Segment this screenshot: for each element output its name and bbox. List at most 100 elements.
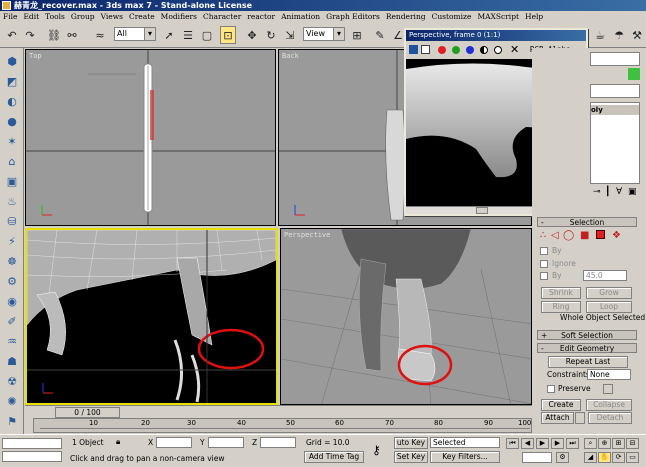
zoom-extents-icon[interactable]: ⊞ <box>612 438 625 449</box>
sphere-icon[interactable]: ● <box>4 114 20 130</box>
angle-spinner[interactable]: 45.0 <box>583 270 627 281</box>
mono-icon[interactable] <box>494 46 502 54</box>
lock-icon[interactable]: 🔒︎ <box>116 437 120 447</box>
x-coordinate-field[interactable] <box>156 437 192 448</box>
object-name-field[interactable] <box>590 52 640 66</box>
menu-animation[interactable]: Animation <box>278 11 323 23</box>
grow-button[interactable]: Grow <box>586 287 632 299</box>
rotate-icon[interactable]: ↻ <box>263 26 279 44</box>
select-link-icon[interactable]: ⛓ <box>46 26 62 44</box>
go-to-end-icon[interactable]: ⏭ <box>566 438 579 449</box>
green-channel-icon[interactable] <box>452 46 460 54</box>
edit-geometry-rollout-header[interactable]: Edit Geometry <box>537 343 637 353</box>
hammer-icon[interactable]: ⚒ <box>629 26 645 44</box>
element-icon[interactable] <box>596 230 605 239</box>
undo-icon[interactable]: ↶ <box>4 26 20 44</box>
render-scene-icon[interactable]: ☕ <box>592 26 608 44</box>
modifier-stack[interactable]: oly <box>590 102 640 184</box>
collapse-button[interactable]: Collapse <box>586 399 632 411</box>
play-icon[interactable]: ▶ <box>536 438 549 449</box>
close-icon[interactable]: ✕ <box>510 43 519 56</box>
alpha-channel-icon[interactable] <box>480 46 488 54</box>
select-by-name-icon[interactable]: ☰ <box>180 26 196 44</box>
configure-sets-icon[interactable]: ▣ <box>628 187 637 197</box>
scale-icon[interactable]: ⇲ <box>282 26 298 44</box>
star-icon[interactable]: ✶ <box>4 134 20 150</box>
reactor-icon[interactable]: ☢ <box>4 374 20 390</box>
pivot-icon[interactable]: ⊞ <box>349 26 365 44</box>
attach-button[interactable]: Attach <box>541 412 574 424</box>
shapes-icon[interactable]: ◩ <box>4 74 20 90</box>
key-selection-dropdown[interactable]: Selected <box>430 437 500 448</box>
spacewarp-icon[interactable]: ⚡ <box>4 234 20 250</box>
make-unique-icon[interactable]: ∀ <box>616 187 622 197</box>
menu-customize[interactable]: Customize <box>429 11 475 23</box>
clone-icon[interactable] <box>421 45 430 54</box>
menu-create[interactable]: Create <box>126 11 158 23</box>
bind-space-warp-icon[interactable]: ≈ <box>92 26 108 44</box>
helpers-icon[interactable]: ⌂ <box>4 154 20 170</box>
zoom-icon[interactable]: ⌕ <box>584 438 597 449</box>
reference-coord-dropdown[interactable]: View <box>303 27 345 41</box>
gear-icon[interactable]: ⚙ <box>4 274 20 290</box>
repeat-last-button[interactable]: Repeat Last <box>548 356 628 368</box>
arc-rotate-icon[interactable]: ⟳ <box>612 452 625 463</box>
box-icon[interactable]: ▣ <box>4 174 20 190</box>
z-coordinate-field[interactable] <box>260 437 296 448</box>
y-coordinate-field[interactable] <box>208 437 244 448</box>
create-geometry-icon[interactable]: ⬢ <box>4 54 20 70</box>
blue-channel-icon[interactable] <box>466 46 474 54</box>
menu-edit[interactable]: Edit <box>20 11 42 23</box>
menu-tools[interactable]: Tools <box>42 11 68 23</box>
detach-button[interactable]: Detach <box>588 412 632 424</box>
attach-list-icon[interactable] <box>575 412 585 424</box>
move-icon[interactable]: ✥ <box>244 26 260 44</box>
previous-frame-icon[interactable]: ◀ <box>521 438 534 449</box>
go-to-start-icon[interactable]: ⏮ <box>506 438 519 449</box>
maximize-viewport-icon[interactable]: ▭ <box>626 452 639 463</box>
preserve-uvs-checkbox[interactable] <box>547 385 555 393</box>
paint-icon[interactable]: ✐ <box>4 314 20 330</box>
pin-stack-icon[interactable]: ⊸ <box>593 187 601 197</box>
current-frame-field[interactable] <box>522 452 552 463</box>
edge-icon[interactable]: ◁ <box>551 230 559 241</box>
menu-maxscript[interactable]: MAXScript <box>474 11 522 23</box>
ignore-backfacing-checkbox[interactable] <box>540 260 548 268</box>
redo-icon[interactable]: ↷ <box>22 26 38 44</box>
menu-help[interactable]: Help <box>522 11 546 23</box>
cloth-icon[interactable]: ♒ <box>4 334 20 350</box>
menu-reactor[interactable]: reactor <box>244 11 278 23</box>
menu-rendering[interactable]: Rendering <box>383 11 429 23</box>
set-key-button[interactable]: Set Key <box>394 451 428 463</box>
menu-modifiers[interactable]: Modifiers <box>158 11 200 23</box>
vertex-icon[interactable]: ∴ <box>540 230 546 241</box>
systems-icon[interactable]: ☸ <box>4 254 20 270</box>
show-end-result-icon[interactable]: ┃ <box>605 187 610 197</box>
polygon-icon[interactable]: ■ <box>580 230 589 241</box>
next-frame-icon[interactable]: ▶ <box>551 438 564 449</box>
viewport-top[interactable]: Top <box>25 49 276 226</box>
unlink-icon[interactable]: ⚯ <box>64 26 80 44</box>
window-crossing-icon[interactable]: ⊡ <box>220 26 236 44</box>
menu-file[interactable]: File <box>0 11 20 23</box>
hscroll-thumb[interactable] <box>476 207 488 214</box>
selection-filter-dropdown[interactable]: All <box>114 27 156 41</box>
object-color-swatch[interactable] <box>628 68 640 80</box>
auto-key-button[interactable]: uto Key <box>394 437 428 449</box>
lights-icon[interactable]: ◐ <box>4 94 20 110</box>
loop-button[interactable]: Loop <box>586 301 632 313</box>
snap-icon[interactable]: ✎ <box>372 26 388 44</box>
add-time-tag-button[interactable]: Add Time Tag <box>304 451 364 463</box>
viewport-left-active[interactable] <box>25 228 278 405</box>
maxscript-mini-listener[interactable] <box>2 451 62 462</box>
maxscript-listener[interactable] <box>2 438 62 449</box>
particles-icon[interactable]: ✺ <box>4 394 20 410</box>
rect-selection-icon[interactable]: ▢ <box>199 26 215 44</box>
menu-graph-editors[interactable]: Graph Editors <box>323 11 383 23</box>
modifier-stack-item[interactable]: oly <box>591 105 639 115</box>
quick-render-icon[interactable]: ☂ <box>611 26 627 44</box>
trackbar[interactable]: 10 20 30 40 50 60 70 80 90 100 <box>33 418 532 433</box>
element-icon[interactable]: ❖ <box>612 230 621 241</box>
red-channel-icon[interactable] <box>438 46 446 54</box>
menu-character[interactable]: Character <box>200 11 244 23</box>
